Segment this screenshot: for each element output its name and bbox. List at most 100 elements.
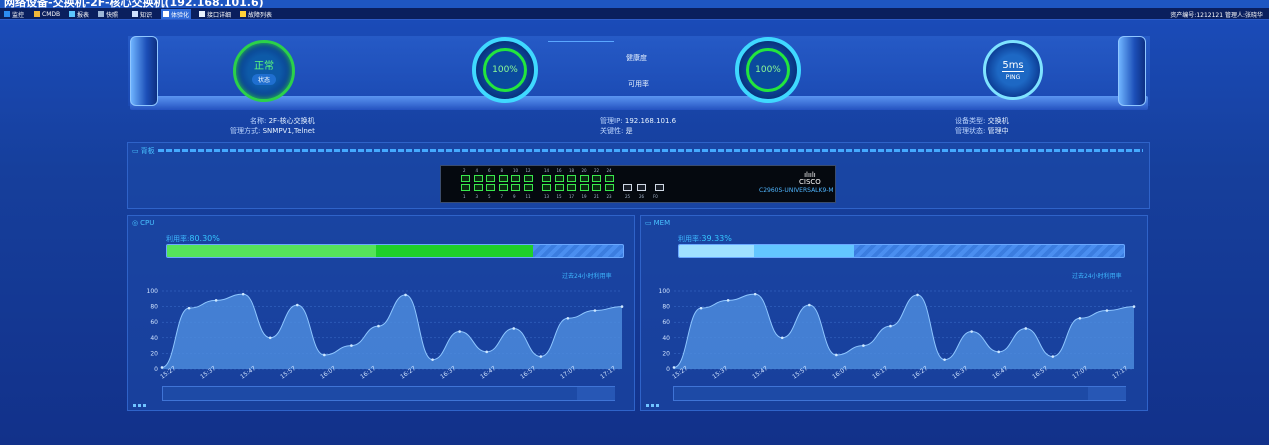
device-type: 交换机 xyxy=(987,117,1009,125)
y-tick-label: 60 xyxy=(150,319,158,326)
data-point xyxy=(970,330,973,333)
cpu-util-bar xyxy=(166,244,624,258)
nav-label: 故障列表 xyxy=(248,11,273,19)
right-cylinder xyxy=(1118,36,1146,106)
nav-interface[interactable]: 接口详细 xyxy=(197,9,233,19)
device-mgmt: SNMPV1,Telnet xyxy=(262,127,315,135)
switch-port[interactable] xyxy=(473,184,483,191)
port-number-bottom: 5 xyxy=(488,194,491,199)
switch-port[interactable] xyxy=(511,175,520,182)
switch-port[interactable] xyxy=(486,175,495,182)
port-number-top: 22 xyxy=(594,168,600,173)
data-point xyxy=(539,355,543,358)
cpu-util-value: 80.30% xyxy=(189,234,220,243)
switch-model: C2960S-UNIVERSALK9-M xyxy=(759,187,834,194)
top-navbar: 监控 CMDB 报表 快照 知识 体验化 接口详细 故障列表 资产编号:1212… xyxy=(0,8,1269,20)
port-number-bottom: 13 xyxy=(544,194,550,199)
cpu-chart: 02040608010015:27 15:37 15:47 15:57 16:07 16:… xyxy=(147,288,624,381)
availability-value: 100% xyxy=(746,48,790,92)
switch-port[interactable] xyxy=(554,175,564,182)
nav-monitor[interactable]: 监控 xyxy=(2,9,26,19)
cpu-util-seg1 xyxy=(167,245,376,257)
data-point xyxy=(295,303,299,307)
mem-util-seg2 xyxy=(754,245,854,257)
nav-cmdb[interactable]: CMDB xyxy=(32,9,62,19)
device-name: 2F-核心交换机 xyxy=(268,117,315,125)
data-point xyxy=(1024,327,1028,330)
nav-experience[interactable]: 体验化 xyxy=(161,9,192,19)
mem-icon: ▭ xyxy=(645,219,652,227)
switch-port[interactable] xyxy=(511,184,520,191)
cpu-scroll-handle[interactable] xyxy=(577,387,615,400)
port-number-bottom: 11 xyxy=(525,194,531,199)
backplane-icon: ▭ xyxy=(132,147,139,155)
switch-port[interactable] xyxy=(461,184,470,191)
switch-port[interactable] xyxy=(523,175,533,182)
nav-label: CMDB xyxy=(42,10,61,18)
switch-port[interactable] xyxy=(604,184,614,191)
port-number-bottom: F0 xyxy=(653,194,658,199)
cpu-icon: ◎ xyxy=(132,219,139,227)
cpu-util-seg2 xyxy=(375,245,534,257)
switch-port[interactable] xyxy=(554,184,564,191)
data-point xyxy=(1051,355,1055,358)
switch-port[interactable] xyxy=(579,184,589,191)
port-number-top: 12 xyxy=(525,168,531,173)
data-point xyxy=(1105,309,1109,312)
y-tick-label: 40 xyxy=(662,335,670,342)
data-point xyxy=(997,350,1001,354)
window-titlebar: 网络设备-交换机-2F-核心交换机(192.168.101.6) xyxy=(0,0,1269,8)
mem-title-text: MEM xyxy=(653,219,671,227)
cisco-logo: ılıılı CISCO xyxy=(799,172,821,186)
data-point xyxy=(404,293,407,297)
data-point xyxy=(753,292,757,296)
cpu-chart-scroll[interactable] xyxy=(162,386,615,401)
cpu-util-label: 利用率:80.30% xyxy=(166,234,220,244)
switch-port[interactable] xyxy=(498,184,508,191)
asset-number: 资产编号:1212121 xyxy=(1170,12,1224,19)
area-fill xyxy=(674,294,1134,369)
switch-port[interactable] xyxy=(542,175,551,182)
report-icon xyxy=(69,11,75,17)
nav-snapshot[interactable]: 快照 xyxy=(96,9,120,19)
port-number-top: 10 xyxy=(513,168,519,173)
switch-port[interactable] xyxy=(498,175,508,182)
backplane-divider xyxy=(158,149,1143,152)
switch-port[interactable] xyxy=(592,175,601,182)
data-point xyxy=(835,353,838,357)
uplink-port[interactable] xyxy=(623,184,632,191)
switch-port[interactable] xyxy=(523,184,533,191)
nav-knowledge[interactable]: 知识 xyxy=(130,9,154,19)
switch-port[interactable] xyxy=(486,184,495,191)
port-number-bottom: 25 xyxy=(625,194,631,199)
switch-port[interactable] xyxy=(461,175,470,182)
mem-chart-scroll[interactable] xyxy=(673,386,1126,401)
switch-port[interactable] xyxy=(542,184,551,191)
port-number-bottom: 21 xyxy=(594,194,600,199)
nav-report[interactable]: 报表 xyxy=(67,9,91,19)
data-point xyxy=(350,344,353,347)
data-point xyxy=(323,353,326,357)
type-key: 设备类型: xyxy=(955,117,986,125)
y-tick-label: 80 xyxy=(150,304,158,311)
uplink-port[interactable] xyxy=(637,184,646,191)
switch-port[interactable] xyxy=(592,184,601,191)
uplink-port[interactable] xyxy=(655,184,664,191)
nav-alerts[interactable]: 故障列表 xyxy=(238,9,274,19)
backplane-title: ▭ 背板 xyxy=(132,146,155,156)
window-title: 网络设备-交换机-2F-核心交换机(192.168.101.6) xyxy=(4,0,264,8)
y-tick-label: 20 xyxy=(150,350,158,357)
mem-scroll-handle[interactable] xyxy=(1088,387,1126,400)
switch-port[interactable] xyxy=(604,175,614,182)
switch-port[interactable] xyxy=(473,175,483,182)
port-number-bottom: 19 xyxy=(581,194,587,199)
switch-port[interactable] xyxy=(567,175,576,182)
device-info-right: 设备类型: 交换机 管理状态: 管理中 xyxy=(955,116,1009,136)
ping-gauge: 5ms PING xyxy=(983,40,1043,100)
port-number-bottom: 9 xyxy=(513,194,516,199)
switch-port[interactable] xyxy=(579,175,589,182)
availability-gauge: 100% xyxy=(735,37,801,103)
data-point xyxy=(672,366,676,369)
switch-port[interactable] xyxy=(567,184,576,191)
left-cylinder xyxy=(130,36,158,106)
